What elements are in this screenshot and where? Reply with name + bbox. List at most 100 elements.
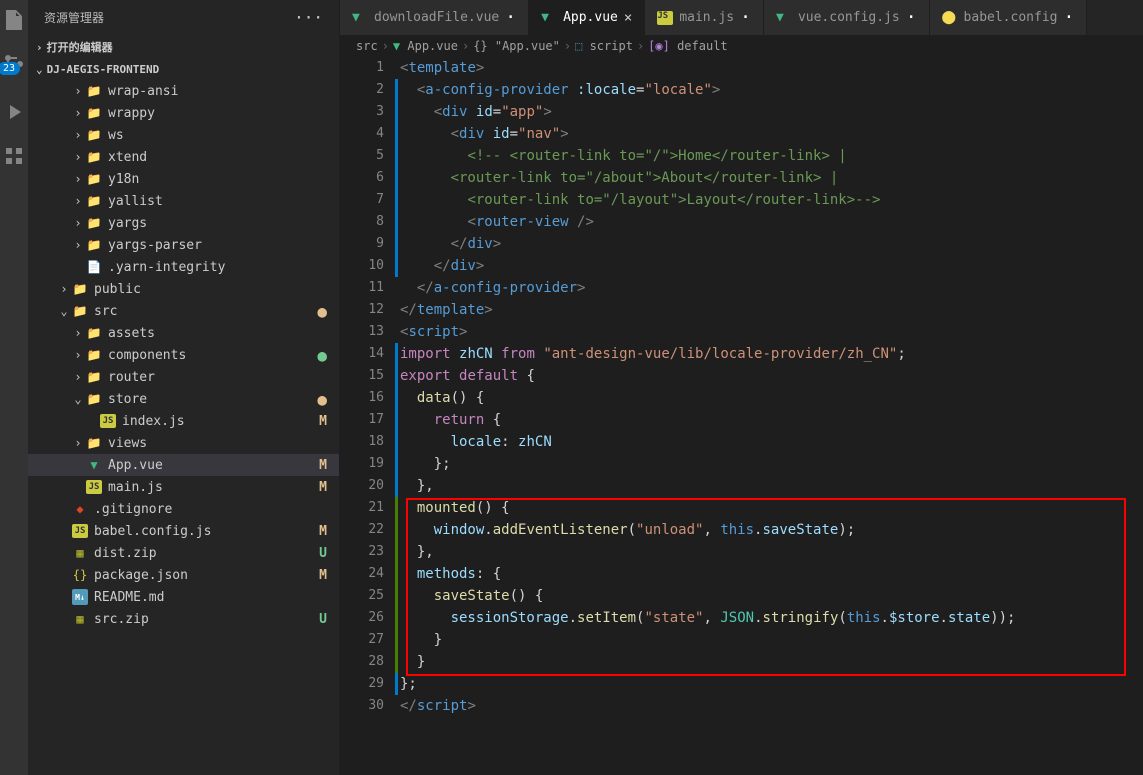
code-line[interactable]: methods: {: [400, 563, 1143, 585]
breadcrumb-item[interactable]: {} "App.vue": [473, 39, 560, 53]
tree-item[interactable]: ›📁xtend: [28, 146, 339, 168]
code-line[interactable]: </script>: [400, 695, 1143, 717]
code-line[interactable]: </a-config-provider>: [400, 277, 1143, 299]
code-line[interactable]: },: [400, 541, 1143, 563]
line-number: 8: [340, 211, 384, 233]
git-status: U: [319, 546, 339, 561]
chevron-down-icon: ⌄: [36, 63, 43, 76]
tree-item[interactable]: JSindex.jsM: [28, 410, 339, 432]
tree-item-label: yargs-parser: [108, 238, 339, 253]
tree-item[interactable]: JSmain.jsM: [28, 476, 339, 498]
tree-item-label: yallist: [108, 194, 339, 209]
tree-item[interactable]: ›📁assets: [28, 322, 339, 344]
code-line[interactable]: mounted() {: [400, 497, 1143, 519]
code-content[interactable]: <template> <a-config-provider :locale="l…: [400, 57, 1143, 775]
code-line[interactable]: </div>: [400, 255, 1143, 277]
code-line[interactable]: locale: zhCN: [400, 431, 1143, 453]
more-icon[interactable]: ···: [294, 8, 323, 27]
debug-icon[interactable]: [2, 100, 26, 124]
tree-item[interactable]: JSbabel.config.jsM: [28, 520, 339, 542]
breadcrumb-item[interactable]: ▼ App.vue: [393, 39, 458, 53]
line-number: 17: [340, 409, 384, 431]
code-line[interactable]: saveState() {: [400, 585, 1143, 607]
code-line[interactable]: <router-link to="/about">About</router-l…: [400, 167, 1143, 189]
code-line[interactable]: },: [400, 475, 1143, 497]
tree-item[interactable]: M↓README.md: [28, 586, 339, 608]
tree-item[interactable]: ▦src.zipU: [28, 608, 339, 630]
editor-tab[interactable]: JSmain.js·: [645, 0, 764, 35]
code-line[interactable]: <router-link to="/layout">Layout</router…: [400, 189, 1143, 211]
code-area[interactable]: 1234567891011121314151617181920212223242…: [340, 57, 1143, 775]
code-line[interactable]: };: [400, 673, 1143, 695]
tree-item[interactable]: ›📁wrap-ansi: [28, 80, 339, 102]
git-status: M: [319, 568, 339, 583]
code-line[interactable]: <div id="nav">: [400, 123, 1143, 145]
tree-item[interactable]: ▼App.vueM: [28, 454, 339, 476]
tree-item[interactable]: ›📁views: [28, 432, 339, 454]
code-line[interactable]: <router-view />: [400, 211, 1143, 233]
code-line[interactable]: <a-config-provider :locale="locale">: [400, 79, 1143, 101]
tree-item[interactable]: ◆.gitignore: [28, 498, 339, 520]
breadcrumb-item[interactable]: src: [356, 39, 378, 53]
tree-item[interactable]: ›📁components●: [28, 344, 339, 366]
line-number: 29: [340, 673, 384, 695]
tree-item-label: store: [108, 392, 317, 407]
git-status: ●: [317, 346, 339, 365]
tree-item-label: wrap-ansi: [108, 84, 339, 99]
code-line[interactable]: </template>: [400, 299, 1143, 321]
line-number: 5: [340, 145, 384, 167]
editor-tab[interactable]: ▼vue.config.js·: [764, 0, 930, 35]
code-line[interactable]: <script>: [400, 321, 1143, 343]
code-line[interactable]: <div id="app">: [400, 101, 1143, 123]
outline-icon[interactable]: [2, 144, 26, 168]
code-line[interactable]: }: [400, 629, 1143, 651]
close-icon[interactable]: ×: [624, 10, 632, 26]
tree-item[interactable]: ›📁router: [28, 366, 339, 388]
code-line[interactable]: sessionStorage.setItem("state", JSON.str…: [400, 607, 1143, 629]
tree-item-label: babel.config.js: [94, 524, 319, 539]
code-line[interactable]: };: [400, 453, 1143, 475]
code-line[interactable]: import zhCN from "ant-design-vue/lib/loc…: [400, 343, 1143, 365]
tree-item[interactable]: ›📁yargs-parser: [28, 234, 339, 256]
code-line[interactable]: window.addEventListener("unload", this.s…: [400, 519, 1143, 541]
tree-item[interactable]: ›📁wrappy: [28, 102, 339, 124]
chevron-icon: ›: [70, 237, 86, 253]
line-number: 18: [340, 431, 384, 453]
breadcrumb-item[interactable]: ⬚ script: [575, 39, 633, 53]
tree-item[interactable]: 📄.yarn-integrity: [28, 256, 339, 278]
code-line[interactable]: <template>: [400, 57, 1143, 79]
code-line[interactable]: data() {: [400, 387, 1143, 409]
code-line[interactable]: }: [400, 651, 1143, 673]
tree-item[interactable]: ›📁ws: [28, 124, 339, 146]
editor-tab[interactable]: ▼App.vue×: [529, 0, 645, 35]
tree-item[interactable]: ⌄📁src●: [28, 300, 339, 322]
code-line[interactable]: <!-- <router-link to="/">Home</router-li…: [400, 145, 1143, 167]
chevron-icon: ›: [70, 171, 86, 187]
line-number: 19: [340, 453, 384, 475]
line-number: 12: [340, 299, 384, 321]
activity-bar: 23: [0, 0, 28, 775]
git-status: ●: [317, 390, 339, 409]
breadcrumb-item[interactable]: [◉] default: [648, 39, 727, 53]
tree-item[interactable]: ›📁yallist: [28, 190, 339, 212]
chevron-right-icon: ›: [36, 41, 43, 54]
tree-item[interactable]: ›📁y18n: [28, 168, 339, 190]
code-line[interactable]: export default {: [400, 365, 1143, 387]
editor-tab[interactable]: ▼downloadFile.vue·: [340, 0, 529, 35]
project-section[interactable]: ⌄ DJ-AEGIS-FRONTEND: [28, 59, 339, 80]
open-editors-section[interactable]: › 打开的编辑器: [28, 35, 339, 59]
editor-tab[interactable]: ⬤babel.config·: [930, 0, 1088, 35]
breadcrumb[interactable]: src›▼ App.vue›{} "App.vue"›⬚ script›[◉] …: [340, 35, 1143, 57]
code-line[interactable]: return {: [400, 409, 1143, 431]
code-line[interactable]: </div>: [400, 233, 1143, 255]
tree-item-label: public: [94, 282, 339, 297]
tree-item[interactable]: ⌄📁store●: [28, 388, 339, 410]
tree-item[interactable]: {}package.jsonM: [28, 564, 339, 586]
files-icon[interactable]: [2, 8, 26, 32]
tree-item[interactable]: ▦dist.zipU: [28, 542, 339, 564]
tree-item[interactable]: ›📁public: [28, 278, 339, 300]
line-number: 27: [340, 629, 384, 651]
chevron-icon: ›: [70, 105, 86, 121]
line-number: 20: [340, 475, 384, 497]
tree-item[interactable]: ›📁yargs: [28, 212, 339, 234]
